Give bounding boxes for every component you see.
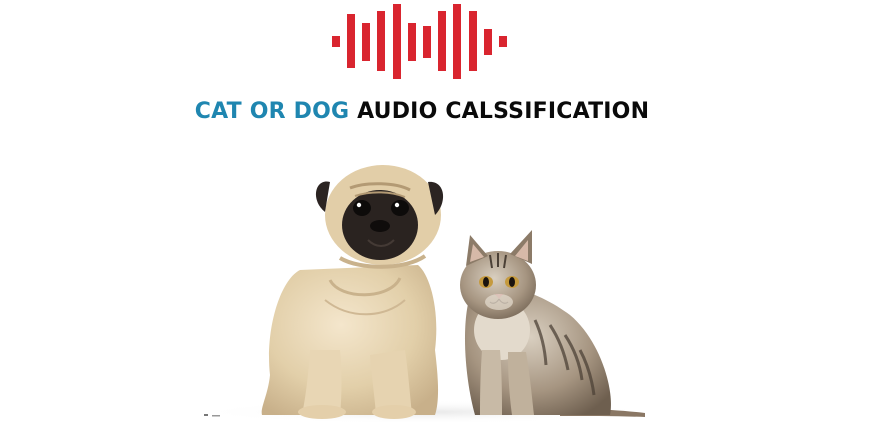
title-rest: AUDIO CALSSIFICATION — [357, 99, 650, 124]
page-title: CAT OR DOG AUDIO CALSSIFICATION — [0, 99, 844, 124]
pug-icon — [261, 165, 444, 419]
audio-waveform-icon — [332, 4, 507, 79]
kitten-icon — [460, 230, 645, 417]
pug-and-kitten-illustration — [195, 165, 655, 424]
title-highlight: CAT OR DOG — [194, 99, 350, 124]
